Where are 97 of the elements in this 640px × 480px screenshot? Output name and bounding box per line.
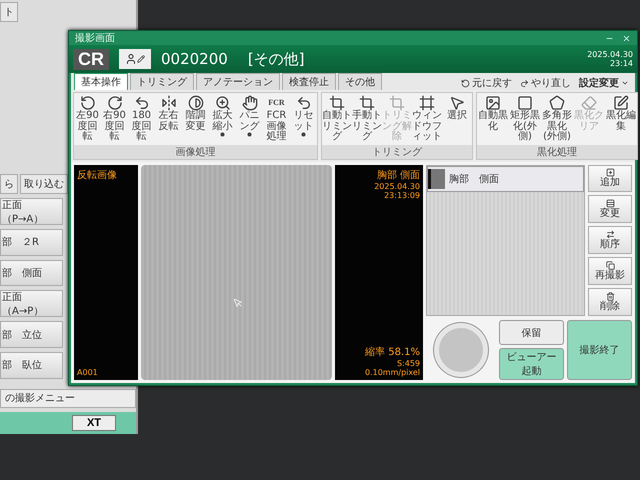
tool-icon xyxy=(389,95,405,111)
menu-item[interactable]: 部 臥位 xyxy=(0,352,63,379)
overlay-text: A001 xyxy=(77,368,98,377)
ribbon-button[interactable]: 黒化編集 xyxy=(605,93,637,144)
overlay-text: S:459 xyxy=(396,359,420,368)
tool-icon xyxy=(242,95,258,111)
tool-icon xyxy=(613,95,629,111)
ribbon-button[interactable]: 階調変更 xyxy=(182,93,209,144)
group-label: 画像処理 xyxy=(74,144,317,158)
xt-button[interactable]: XT xyxy=(72,415,116,432)
category-label: [その他] xyxy=(248,50,305,68)
ribbon-button[interactable]: 選択 xyxy=(442,93,472,144)
tool-icon xyxy=(329,95,345,111)
user-button[interactable] xyxy=(119,49,151,69)
exam-id: 0020200 xyxy=(161,50,228,68)
tool-icon xyxy=(106,95,122,111)
tab[interactable]: トリミング xyxy=(130,73,194,90)
undo-icon xyxy=(461,78,470,88)
menu-item[interactable]: 正面（A→P） xyxy=(0,290,63,318)
hold-button[interactable]: 保留 xyxy=(499,320,564,345)
tool-icon xyxy=(296,95,312,111)
exposure-indicator xyxy=(434,323,488,377)
ribbon-button[interactable]: 手動トリミング xyxy=(352,93,382,144)
other-menu-button[interactable]: の撮影メニュー xyxy=(0,388,136,408)
time-text: 23:14 xyxy=(610,59,633,68)
window-title: 撮影画面 xyxy=(75,32,115,45)
close-icon[interactable] xyxy=(622,34,631,42)
tool-icon xyxy=(80,95,96,111)
side-button[interactable]: 削除 xyxy=(588,288,632,316)
tool-icon xyxy=(581,95,597,111)
tool-icon xyxy=(359,95,375,111)
group-label: 黒化処理 xyxy=(477,144,637,158)
ribbon-button[interactable]: 左右反転 xyxy=(155,93,182,144)
ribbon-button[interactable]: リセット xyxy=(290,93,317,144)
logo: CR xyxy=(73,48,109,70)
side-button[interactable]: 順序 xyxy=(588,226,632,254)
tab[interactable]: 基本操作 xyxy=(74,73,128,90)
tool-icon xyxy=(419,95,435,111)
group-label: トリミング xyxy=(322,144,472,158)
menu-item[interactable]: 部 ２R xyxy=(0,229,63,256)
tool-icon xyxy=(134,95,150,111)
finish-button[interactable]: 撮影終了 xyxy=(567,320,632,380)
pencil-icon xyxy=(137,55,145,63)
caret-icon xyxy=(621,79,629,87)
dropdown-dot-icon xyxy=(301,132,306,137)
toolbar-action[interactable]: やり直し xyxy=(517,76,574,90)
action-icon xyxy=(606,199,614,208)
overlay-text: 0.10mm/pixel xyxy=(364,368,420,377)
action-icon xyxy=(606,292,614,302)
tool-icon xyxy=(549,95,565,111)
tool-icon xyxy=(160,95,176,111)
ribbon-button[interactable]: パニング xyxy=(236,93,263,144)
action-icon xyxy=(606,261,614,270)
user-icon xyxy=(125,53,137,65)
overlay-text: 反転画像 xyxy=(77,168,117,182)
action-icon xyxy=(606,230,614,240)
tool-icon xyxy=(214,95,230,111)
ribbon-button[interactable]: 自動トリミング xyxy=(322,93,352,144)
tab[interactable]: その他 xyxy=(338,73,382,90)
viewer-button[interactable]: ビューアー起動 xyxy=(499,348,564,380)
ribbon-button[interactable]: ウィンドウフィット xyxy=(412,93,442,144)
tool-icon xyxy=(188,95,204,111)
overlay-text: 胸部 側面 xyxy=(376,168,420,182)
ribbon-button[interactable]: FCR FCR画像処理 xyxy=(263,93,290,144)
ribbon-button[interactable]: 左90度回転 xyxy=(74,93,101,144)
menu-item[interactable]: 部 側面 xyxy=(0,260,63,286)
date-text: 2025.04.30 xyxy=(587,50,633,59)
ribbon-button[interactable]: 自動黒化 xyxy=(477,93,509,144)
menu-item[interactable]: 正面（P→A） xyxy=(0,198,63,225)
dropdown-dot-icon xyxy=(220,132,225,137)
background-tab[interactable]: 取り込む xyxy=(20,174,68,194)
overlay-text: 2025.04.30 23:13:09 xyxy=(373,182,420,200)
ribbon-button[interactable]: 180度回転 xyxy=(128,93,155,144)
menu-item[interactable]: 部 立位 xyxy=(0,321,63,348)
thumbnail xyxy=(428,168,445,188)
action-icon xyxy=(606,168,614,178)
ribbon-button[interactable]: 右90度回転 xyxy=(101,93,128,144)
tool-icon xyxy=(485,95,501,111)
side-button[interactable]: 変更 xyxy=(588,195,632,224)
background-tab[interactable]: ら xyxy=(0,174,18,194)
ribbon-button[interactable]: 多角形黒化(外側) xyxy=(541,93,573,144)
overlay-text: 縮率 58.1% xyxy=(365,346,420,359)
tab[interactable]: アノテーション xyxy=(196,73,280,90)
tool-icon xyxy=(449,95,465,111)
series-item[interactable]: 胸部 側面 xyxy=(427,166,584,192)
side-button[interactable]: 再撮影 xyxy=(588,257,632,286)
side-button[interactable]: 追加 xyxy=(588,164,632,192)
dropdown-dot-icon xyxy=(247,132,252,137)
background-tab[interactable]: ト xyxy=(0,2,18,22)
tool-icon xyxy=(517,95,533,111)
toolbar-action[interactable]: 元に戻す xyxy=(458,76,515,90)
ribbon-button[interactable]: 矩形黒化(外側) xyxy=(509,93,541,144)
tab[interactable]: 検査停止 xyxy=(282,73,336,90)
toolbar-action[interactable]: 設定変更 xyxy=(576,76,632,90)
ribbon-button[interactable]: 拡大縮小 xyxy=(209,93,236,144)
redo-icon xyxy=(520,78,529,88)
pointer-cursor-icon xyxy=(232,298,243,308)
